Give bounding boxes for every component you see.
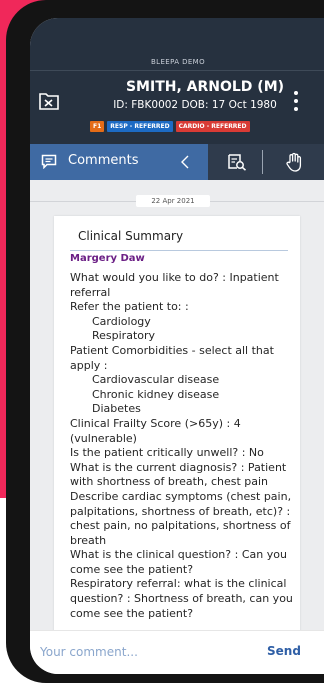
summary-line: with shortness of breath, chest pain [70,475,269,489]
summary-line: Clinical Frailty Score (>65y) : 4 [70,416,241,430]
summary-line: Is the patient critically unwell? : No [70,446,264,460]
summary-line: Patient Comorbidities - select all that [70,343,274,357]
patient-id-dob: ID: FBK0002 DOB: 17 Oct 1980 [113,99,277,111]
summary-line: come see the patient? [70,606,194,620]
summary-line: What would you like to do? : Inpatient [70,271,279,284]
summary-line: Chronic kidney disease [92,387,220,401]
summary-line: Refer the patient to: : [70,300,189,314]
summary-line: palpitations, shortness of breath, etc)?… [70,504,291,518]
summary-line: apply : [70,358,108,372]
comment-author: Margery Daw [70,253,145,264]
summary-line: come see the patient? [70,562,194,576]
comment-input[interactable] [40,641,240,663]
summary-line: Describe cardiac symptoms (chest pain, [70,489,292,503]
date-separator: 22 Apr 2021 [136,195,210,207]
phone-frame: BLEEPA DEMO SMITH, ARNOLD (M) ID: FBK000… [6,0,324,683]
send-button[interactable]: Send [267,644,301,658]
tag-resp-referred: RESP - REFERRED [107,121,173,132]
comment-thread: 22 Apr 2021 Clinical Summary Margery Daw… [30,180,324,636]
summary-line: What is the current diagnosis? : Patient [70,460,287,474]
summary-line: breath [70,533,107,547]
summary-line: question? : Shortness of breath, can you [70,592,293,606]
app-screen: BLEEPA DEMO SMITH, ARNOLD (M) ID: FBK000… [30,18,324,674]
tab-bar: Comments [30,144,324,180]
tag-f1: F1 [90,121,105,132]
app-demo-label: BLEEPA DEMO [150,58,206,66]
summary-line: Cardiology [92,314,151,328]
comments-icon [41,154,57,169]
tab-divider [262,150,263,174]
card-title: Clinical Summary [78,229,184,243]
document-search-icon[interactable] [227,153,247,171]
more-vertical-icon[interactable] [292,91,300,117]
tab-comments-label: Comments [68,153,139,168]
summary-line: Respiratory [92,329,156,343]
tab-comments[interactable]: Comments [30,144,208,180]
summary-line: Diabetes [92,402,141,416]
hand-icon[interactable] [285,152,303,172]
header-divider [30,70,324,71]
comment-composer: Send [30,630,324,674]
referral-tags: F1 RESP - REFERRED CARDIO - REFERRED [90,121,250,132]
tab-actions [208,144,324,180]
summary-line: chest pain, no palpitations, shortness o… [70,519,291,533]
summary-line: What is the clinical question? : Can you [70,548,287,562]
tag-cardio-referred: CARDIO - REFERRED [175,121,250,132]
patient-name: SMITH, ARNOLD (M) [125,79,285,95]
clinical-summary-card: Clinical Summary Margery Daw What would … [54,216,300,636]
chevron-left-icon[interactable] [180,155,190,169]
summary-line: (vulnerable) [70,431,137,445]
card-title-divider [70,250,288,251]
summary-line: Respiratory referral: what is the clinic… [70,577,287,591]
summary-line: referral [70,285,111,299]
card-body: What would you like to do? : Inpatient re… [70,271,298,621]
patient-header: BLEEPA DEMO SMITH, ARNOLD (M) ID: FBK000… [30,18,324,144]
summary-line: Cardiovascular disease [92,373,220,387]
folder-close-icon[interactable] [38,91,60,111]
